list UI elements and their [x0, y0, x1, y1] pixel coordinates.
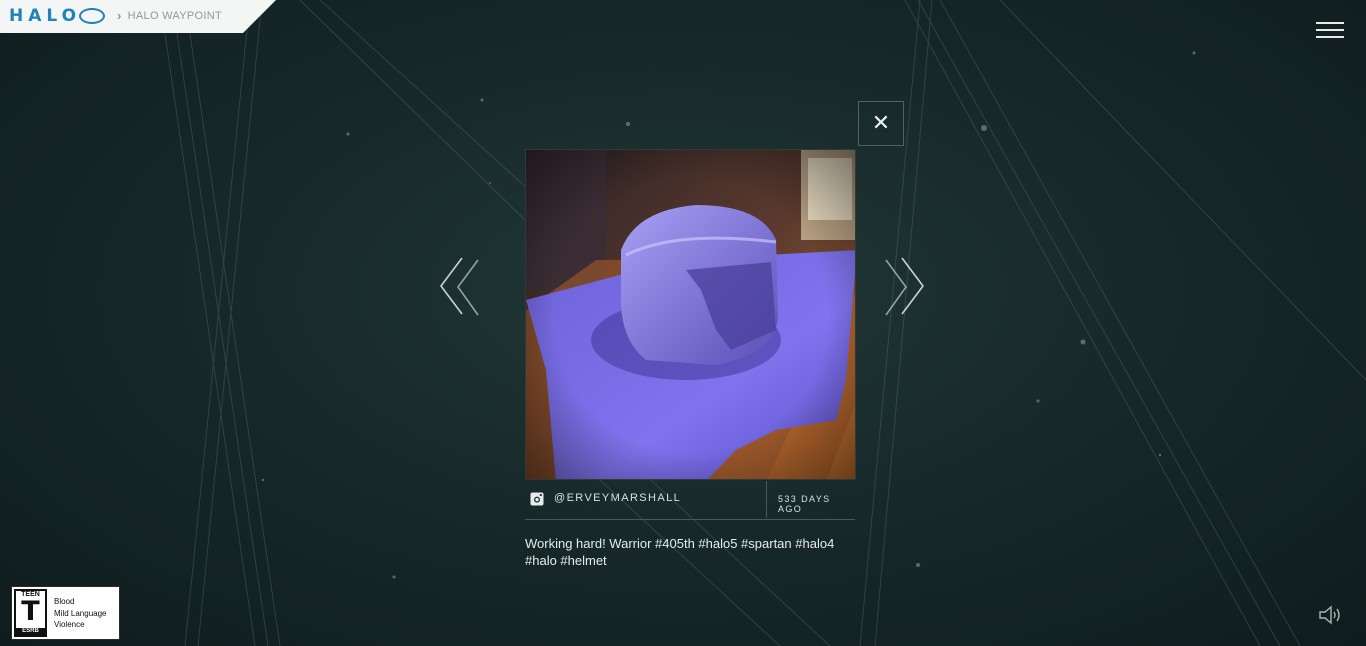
close-icon: ✕ — [871, 111, 891, 136]
halo-logo[interactable]: HALO — [9, 6, 106, 26]
speaker-icon[interactable] — [1318, 604, 1344, 626]
breadcrumb[interactable]: › HALO WAYPOINT — [117, 8, 222, 23]
instagram-photo — [525, 149, 856, 480]
chevron-right-icon: › — [117, 8, 122, 23]
meta-divider — [766, 481, 767, 518]
brand-bar: HALO › HALO WAYPOINT — [0, 0, 276, 33]
post-meta: @ERVEYMARSHALL 533 DAYS AGO — [525, 481, 855, 520]
descriptor: Mild Language — [54, 608, 107, 618]
esrb-rating: TEEN T ESRB Blood Mild Language Violence — [11, 586, 120, 640]
hamburger-menu-icon[interactable] — [1316, 20, 1344, 40]
descriptor: Violence — [54, 620, 85, 629]
logo-ring-icon — [79, 8, 106, 24]
logo-text: HALO — [9, 6, 82, 26]
descriptor: Blood — [54, 597, 75, 606]
next-button[interactable] — [884, 256, 926, 318]
previous-button[interactable] — [438, 256, 480, 318]
post-caption: Working hard! Warrior #405th #halo5 #spa… — [525, 536, 835, 568]
instagram-icon[interactable] — [530, 492, 544, 506]
chevron-right-icon — [885, 257, 924, 316]
breadcrumb-link[interactable]: HALO WAYPOINT — [128, 10, 222, 22]
close-button[interactable]: ✕ — [858, 101, 904, 146]
chevron-left-icon — [440, 257, 479, 316]
esrb-badge-letter: T — [21, 596, 40, 627]
esrb-badge: TEEN T ESRB — [14, 589, 47, 637]
helmet-photo-illustration — [526, 150, 855, 479]
esrb-badge-bottom: ESRB — [16, 628, 45, 635]
author-handle[interactable]: @ERVEYMARSHALL — [554, 492, 681, 504]
content-descriptors: Blood Mild Language Violence — [54, 596, 106, 631]
post-age: 533 DAYS AGO — [778, 494, 831, 514]
